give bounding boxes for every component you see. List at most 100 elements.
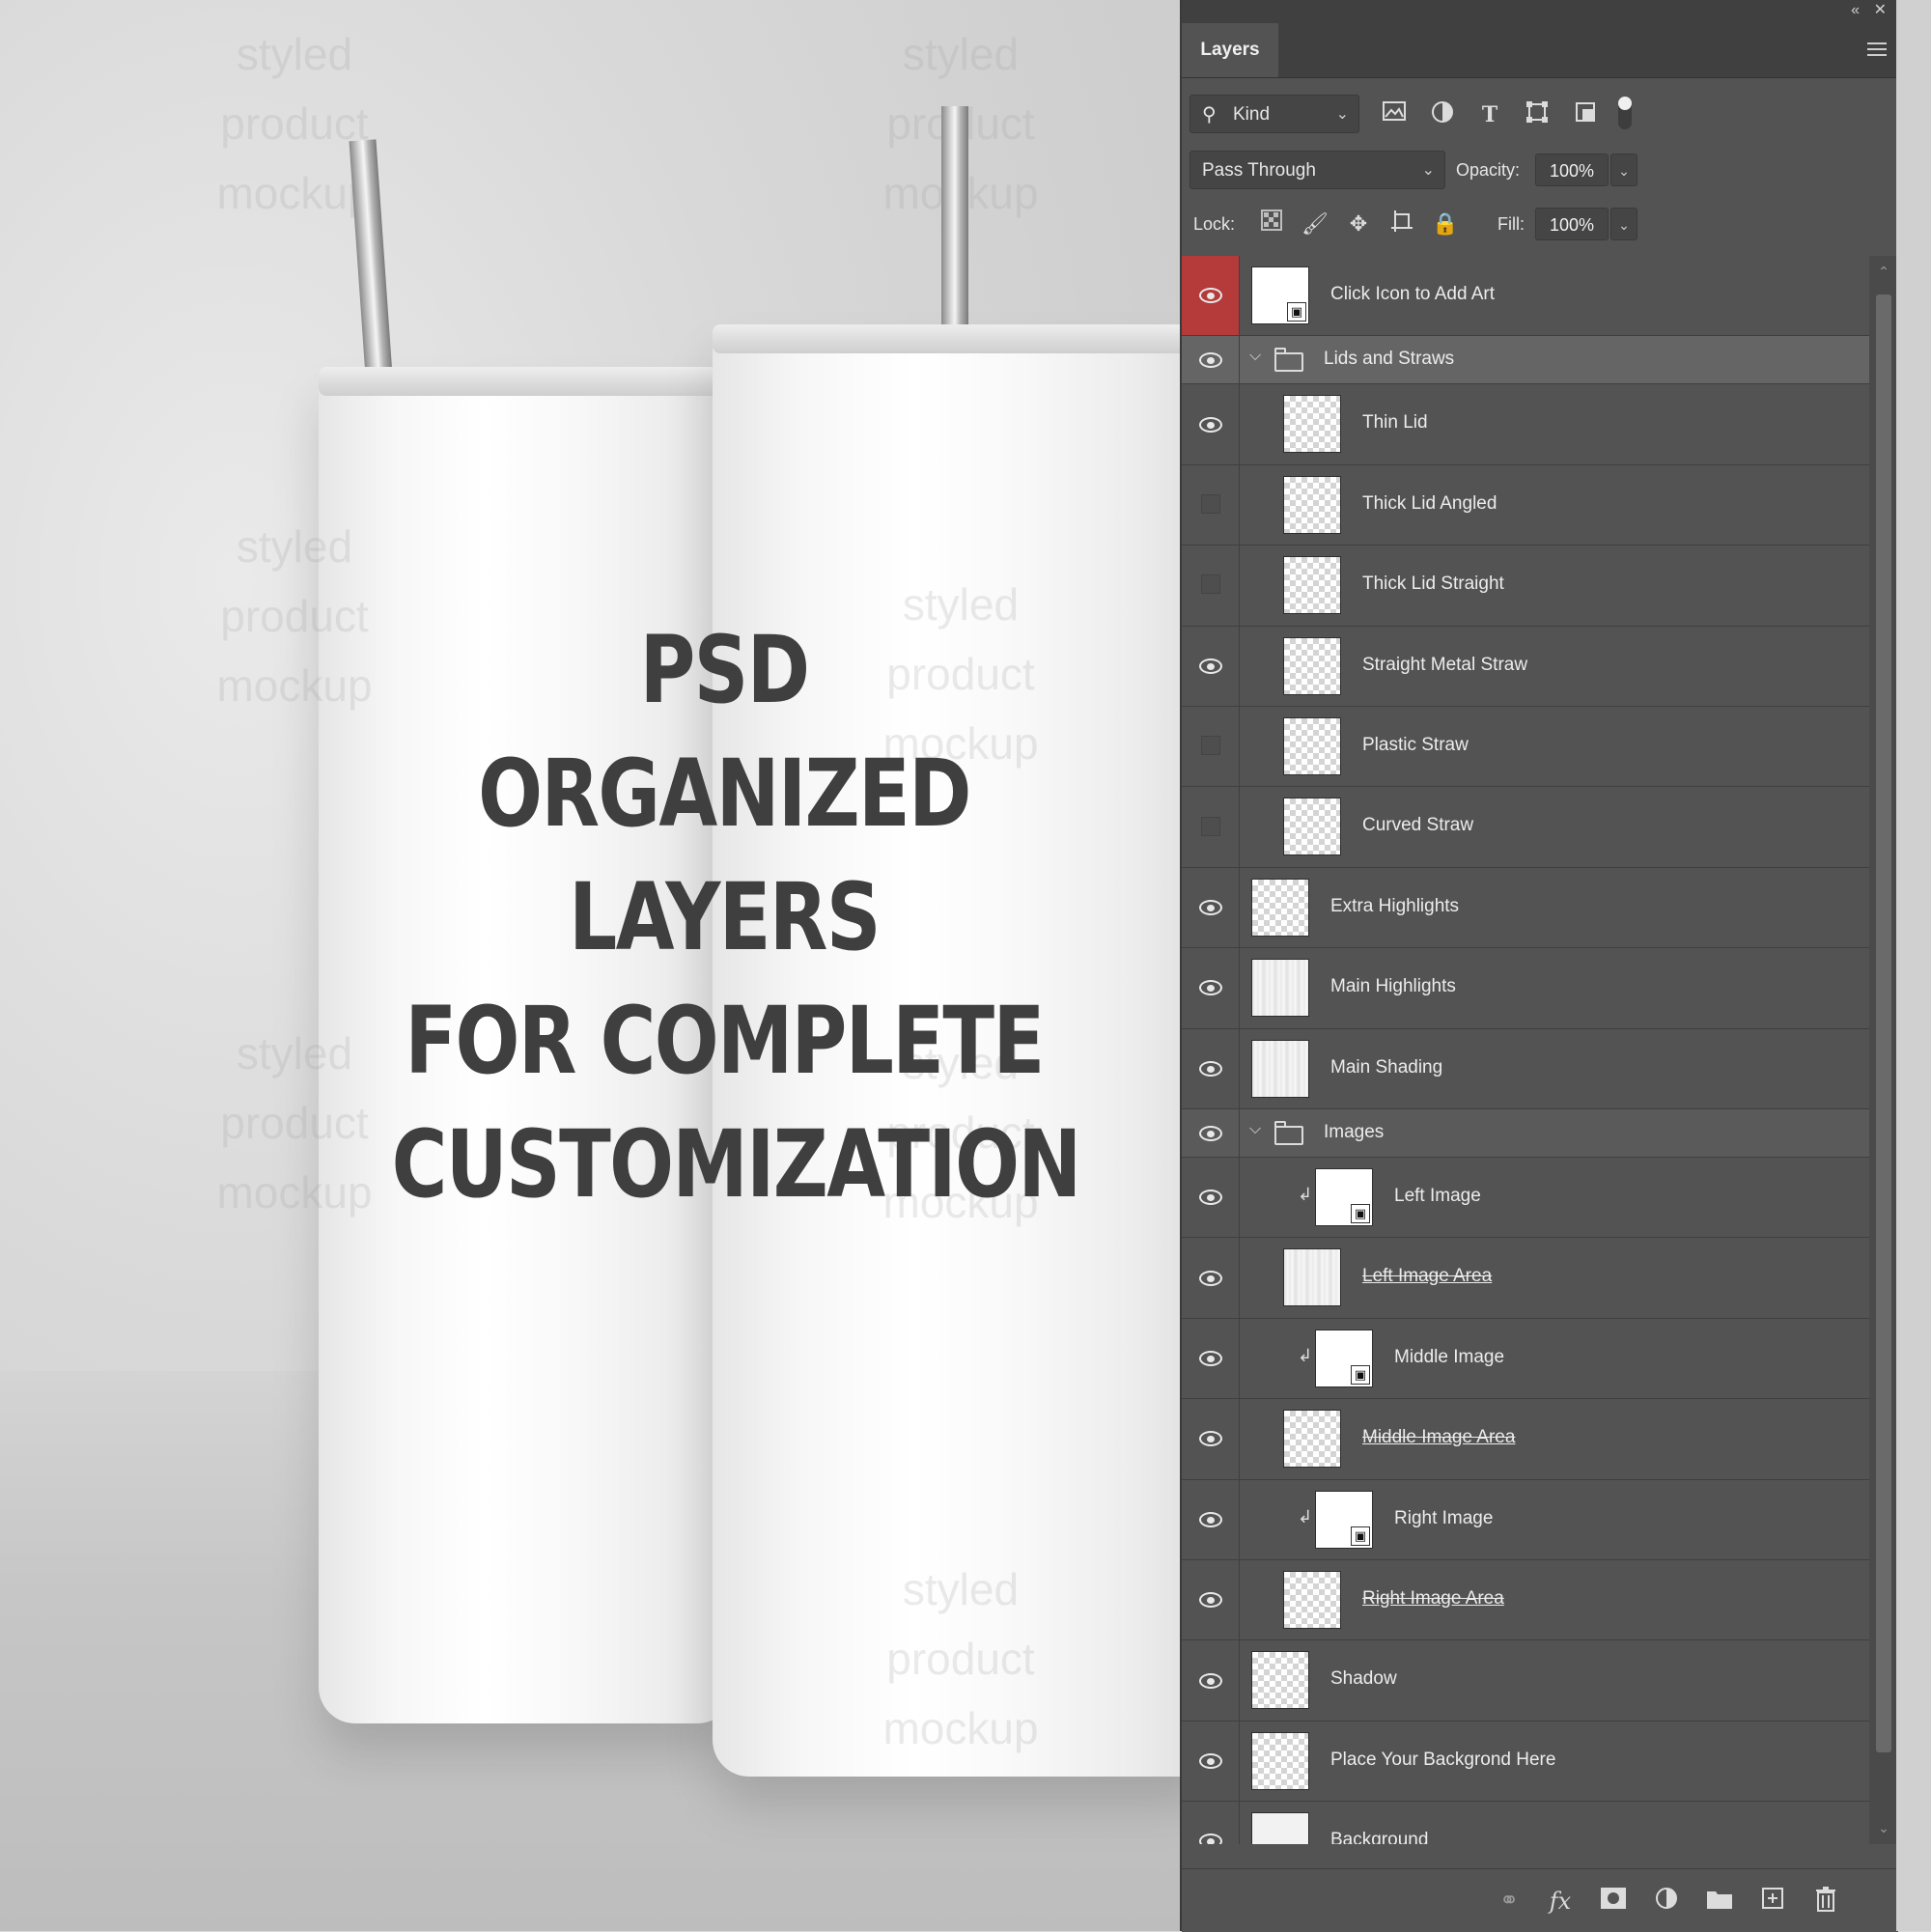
visibility-toggle[interactable] <box>1182 1318 1240 1399</box>
shape-filter-icon[interactable] <box>1523 100 1552 129</box>
fill-chevron-icon[interactable]: ⌄ <box>1610 208 1637 240</box>
lock-all-icon[interactable]: 🔒 <box>1431 210 1460 238</box>
kind-filter-label: Kind <box>1233 104 1271 125</box>
tab-layers[interactable]: Layers <box>1182 23 1278 77</box>
lock-artboard-icon[interactable] <box>1387 210 1416 238</box>
layer-row[interactable]: ↲ ▣ Left Image <box>1182 1158 1869 1239</box>
visibility-toggle[interactable] <box>1182 867 1240 948</box>
layer-thumbnail <box>1283 1571 1341 1629</box>
layer-row[interactable]: Thick Lid Angled <box>1182 464 1869 546</box>
link-layers-icon[interactable]: ⚭ <box>1493 1887 1525 1916</box>
visibility-toggle[interactable] <box>1182 707 1240 787</box>
opacity-label: Opacity: <box>1456 160 1521 180</box>
layer-row[interactable]: ↲ ▣ Middle Image <box>1182 1318 1869 1400</box>
scroll-down-icon[interactable]: ⌄ <box>1869 1820 1898 1836</box>
layer-row[interactable]: ▣ Click Icon to Add Art <box>1182 256 1869 337</box>
new-group-icon[interactable] <box>1703 1887 1736 1916</box>
eye-icon <box>1199 1511 1222 1527</box>
type-filter-icon[interactable]: T <box>1475 100 1504 129</box>
eye-icon <box>1199 980 1222 996</box>
layer-row[interactable]: Background <box>1182 1802 1869 1844</box>
lock-brush-icon[interactable]: 🖌 <box>1301 210 1329 238</box>
new-layer-icon[interactable] <box>1756 1887 1789 1916</box>
pixel-filter-icon[interactable] <box>1380 100 1409 129</box>
layer-row[interactable]: Thick Lid Straight <box>1182 546 1869 627</box>
visibility-toggle[interactable] <box>1182 948 1240 1028</box>
visibility-toggle[interactable] <box>1182 546 1240 626</box>
layer-row[interactable]: Extra Highlights <box>1182 867 1869 949</box>
layer-row[interactable]: Middle Image Area <box>1182 1399 1869 1480</box>
opacity-input[interactable]: 100% <box>1535 154 1609 186</box>
layer-name: Thick Lid Angled <box>1362 492 1497 514</box>
layer-group-row[interactable]: ⌵ Images <box>1182 1109 1869 1158</box>
lock-transparent-icon[interactable] <box>1257 210 1286 238</box>
adjustment-layer-icon[interactable] <box>1650 1887 1683 1916</box>
delete-icon[interactable] <box>1809 1887 1842 1916</box>
blend-mode-dropdown[interactable]: Pass Through ⌄ <box>1189 151 1445 189</box>
smart-object-filter-icon[interactable] <box>1571 100 1600 129</box>
layer-thumbnail: ▣ <box>1315 1168 1373 1226</box>
layer-row[interactable]: Right Image Area <box>1182 1560 1869 1641</box>
layer-row[interactable]: Thin Lid <box>1182 384 1869 465</box>
visibility-toggle[interactable] <box>1182 1028 1240 1108</box>
panel-tabbar: Layers <box>1182 23 1898 78</box>
visibility-toggle[interactable] <box>1182 1238 1240 1318</box>
hidden-visibility-box <box>1201 493 1220 514</box>
layer-group-row[interactable]: ⌵ Lids and Straws <box>1182 336 1869 385</box>
layer-row[interactable]: Shadow <box>1182 1640 1869 1722</box>
adjustment-filter-icon[interactable] <box>1428 100 1457 129</box>
visibility-toggle[interactable] <box>1182 1721 1240 1802</box>
layer-row[interactable]: Plastic Straw <box>1182 707 1869 788</box>
kind-filter-dropdown[interactable]: ⚲ Kind ⌄ <box>1189 95 1359 133</box>
scroll-thumb[interactable] <box>1876 294 1891 1752</box>
visibility-toggle[interactable] <box>1182 1479 1240 1559</box>
visibility-toggle[interactable] <box>1182 384 1240 464</box>
visibility-toggle[interactable] <box>1182 626 1240 706</box>
eye-icon <box>1199 1350 1222 1366</box>
layer-row[interactable]: Left Image Area <box>1182 1238 1869 1319</box>
layer-row[interactable]: Main Highlights <box>1182 948 1869 1029</box>
layer-thumbnail <box>1283 395 1341 454</box>
filter-toggle[interactable] <box>1618 97 1632 129</box>
visibility-toggle[interactable] <box>1182 256 1240 336</box>
layer-name: Plastic Straw <box>1362 735 1469 755</box>
panel-titlebar: « ✕ <box>1182 0 1898 23</box>
chevron-down-icon[interactable]: ⌵ <box>1249 348 1261 365</box>
layer-thumbnail: ▣ <box>1251 266 1309 324</box>
eye-icon <box>1199 416 1222 433</box>
layer-name: Click Icon to Add Art <box>1330 284 1496 304</box>
double-chevron-left-icon[interactable]: « <box>1851 0 1860 21</box>
scroll-up-icon[interactable]: ⌃ <box>1869 264 1898 280</box>
visibility-toggle[interactable] <box>1182 1640 1240 1721</box>
panel-menu-icon[interactable] <box>1867 42 1887 56</box>
layer-name: Left Image <box>1394 1186 1481 1206</box>
lock-move-icon[interactable]: ✥ <box>1344 210 1373 238</box>
visibility-toggle[interactable] <box>1182 1158 1240 1238</box>
layer-row[interactable]: Straight Metal Straw <box>1182 626 1869 707</box>
watermark: styledproductmockup <box>216 521 373 711</box>
layer-mask-icon[interactable] <box>1597 1887 1630 1916</box>
layer-row[interactable]: Main Shading <box>1182 1028 1869 1109</box>
visibility-toggle[interactable] <box>1182 1109 1240 1157</box>
layers-scrollbar[interactable]: ⌃ ⌄ <box>1869 256 1898 1844</box>
layer-row[interactable]: ↲ ▣ Right Image <box>1182 1479 1869 1560</box>
visibility-toggle[interactable] <box>1182 787 1240 867</box>
visibility-toggle[interactable] <box>1182 464 1240 546</box>
layer-name: Place Your Backgrond Here <box>1330 1749 1556 1770</box>
visibility-toggle[interactable] <box>1182 1802 1240 1844</box>
visibility-toggle[interactable] <box>1182 336 1240 384</box>
opacity-chevron-icon[interactable]: ⌄ <box>1610 154 1637 186</box>
layer-name: Right Image <box>1394 1507 1494 1528</box>
watermark: styledproductmockup <box>216 1028 373 1218</box>
close-icon[interactable]: ✕ <box>1874 0 1887 21</box>
chevron-down-icon[interactable]: ⌵ <box>1249 1121 1261 1138</box>
layer-name: Thick Lid Straight <box>1362 574 1504 595</box>
layer-row[interactable]: Place Your Backgrond Here <box>1182 1721 1869 1803</box>
clipping-mask-icon: ↲ <box>1298 1345 1313 1365</box>
visibility-toggle[interactable] <box>1182 1399 1240 1479</box>
fx-icon[interactable]: fx <box>1544 1887 1577 1916</box>
eye-icon <box>1199 1190 1222 1206</box>
layer-row[interactable]: Curved Straw <box>1182 787 1869 868</box>
visibility-toggle[interactable] <box>1182 1560 1240 1640</box>
fill-input[interactable]: 100% <box>1535 208 1609 240</box>
